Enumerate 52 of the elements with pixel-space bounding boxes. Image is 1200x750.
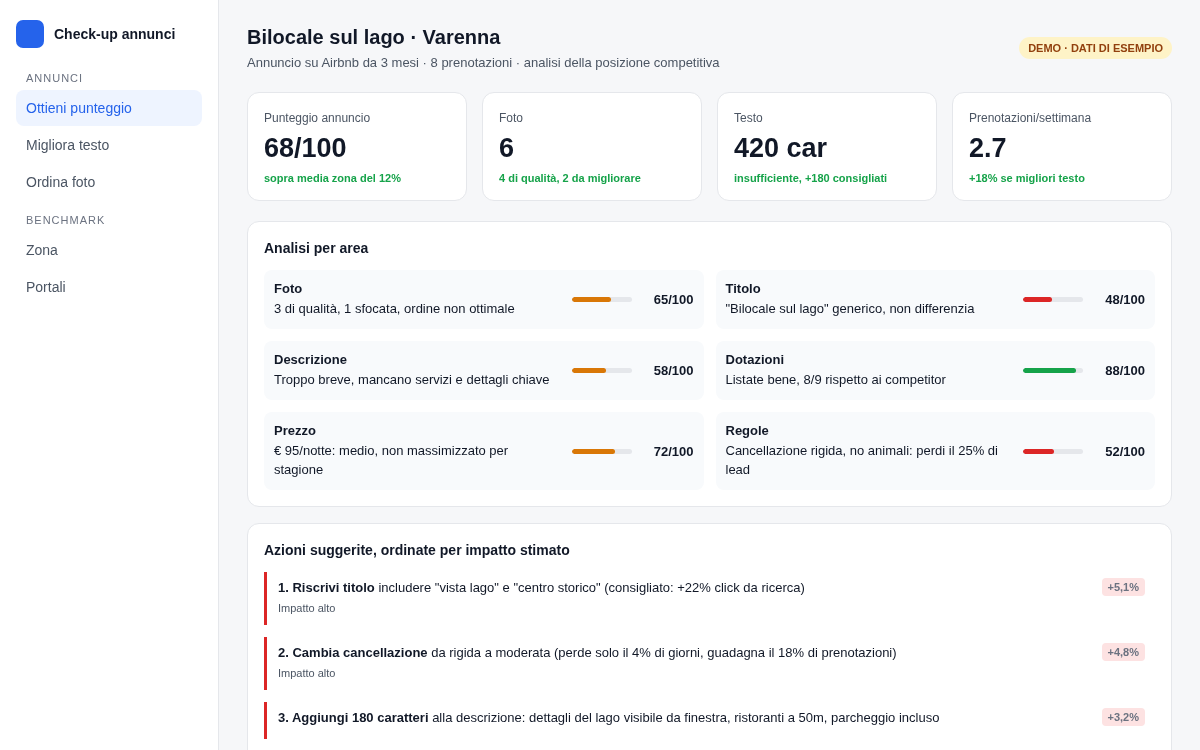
stat-value: 6 bbox=[499, 133, 516, 164]
demo-badge: DEMO · DATI DI ESEMPIO bbox=[1019, 37, 1172, 59]
app-logo-icon bbox=[16, 20, 44, 48]
gain-badge: +5,1% bbox=[1101, 578, 1145, 596]
action-text: 3. Aggiungi 180 caratteri alla descrizione: dettagli del lago visibile da finestra, ristoranti a 50m, parcheggio incluso bbox=[278, 709, 941, 727]
stat-value: 2.7 bbox=[969, 133, 1008, 164]
area-description: 3 di qualità, 1 sfocata, ordine non ottimale bbox=[274, 300, 516, 318]
area-score: 52/100 bbox=[1104, 443, 1145, 459]
gain-badge: +3,2% bbox=[1101, 708, 1145, 726]
stat-value: 420 car bbox=[734, 133, 829, 164]
app-title: Check-up annunci bbox=[54, 26, 176, 42]
area-description: Troppo breve, mancano servizi e dettagli chiave bbox=[274, 371, 551, 389]
stat-label: Foto bbox=[499, 111, 524, 125]
stat-note: insufficiente, +180 consigliati bbox=[734, 172, 889, 184]
sidebar-item[interactable]: Migliora testo bbox=[16, 127, 202, 163]
sidebar-item[interactable]: Ottieni punteggio bbox=[16, 90, 202, 126]
area-name: Prezzo bbox=[274, 423, 317, 438]
panel-title: Analisi per area bbox=[264, 240, 370, 256]
area-description: "Bilocale sul lago" generico, non differenzia bbox=[725, 300, 976, 318]
sidebar-heading: BENCHMARK bbox=[25, 214, 107, 226]
area-name: Dotazioni bbox=[725, 352, 785, 367]
area-score: 58/100 bbox=[652, 363, 694, 378]
area-description: Cancellazione rigida, no animali: perdi il 25% di lead bbox=[725, 442, 999, 479]
area-description: Listate bene, 8/9 rispetto ai competitor bbox=[725, 371, 947, 389]
area-description: € 95/notte: medio, non massimizzato per stagione bbox=[274, 442, 510, 479]
area-name: Descrizione bbox=[274, 352, 348, 367]
sidebar-item[interactable]: Ordina foto bbox=[16, 164, 202, 200]
stat-note: +18% se migliori testo bbox=[969, 172, 1086, 184]
area-name: Titolo bbox=[725, 281, 762, 296]
page-subtitle: Annuncio su Airbnb da 3 mesi · 8 prenotazioni · analisi della posizione competitiva bbox=[247, 55, 720, 70]
page-title: Bilocale sul lago · Varenna bbox=[247, 26, 502, 49]
stat-note: sopra media zona del 12% bbox=[264, 172, 402, 184]
sidebar-item[interactable]: Portali bbox=[16, 269, 202, 305]
impact-label: Impatto alto bbox=[278, 602, 337, 614]
area-name: Foto bbox=[274, 281, 304, 296]
area-score: 88/100 bbox=[1104, 363, 1145, 378]
action-text: 2. Cambia cancellazione da rigida a moderata (perde solo il 4% di giorni, guadagna il 18% di prenotazioni) bbox=[278, 644, 898, 662]
stat-label: Punteggio annuncio bbox=[264, 111, 372, 125]
area-name: Regole bbox=[725, 423, 770, 438]
gain-badge: +4,8% bbox=[1101, 643, 1145, 661]
stat-label: Prenotazioni/settimana bbox=[969, 111, 1093, 125]
sidebar-heading: ANNUNCI bbox=[25, 72, 85, 84]
action-text: 1. Riscrivi titolo includere "vista lago" e "centro storico" (consigliato: +22% click da ricerca) bbox=[278, 579, 806, 597]
panel-title: Azioni suggerite, ordinate per impatto stimato bbox=[264, 542, 571, 558]
area-score: 65/100 bbox=[652, 292, 694, 307]
stat-label: Testo bbox=[734, 111, 764, 125]
stat-value: 68/100 bbox=[264, 133, 348, 164]
area-score: 48/100 bbox=[1104, 292, 1145, 307]
sidebar-item[interactable]: Zona bbox=[16, 232, 202, 268]
area-score: 72/100 bbox=[652, 443, 694, 459]
impact-label: Impatto alto bbox=[278, 667, 337, 679]
stat-note: 4 di qualità, 2 da migliorare bbox=[499, 172, 642, 184]
